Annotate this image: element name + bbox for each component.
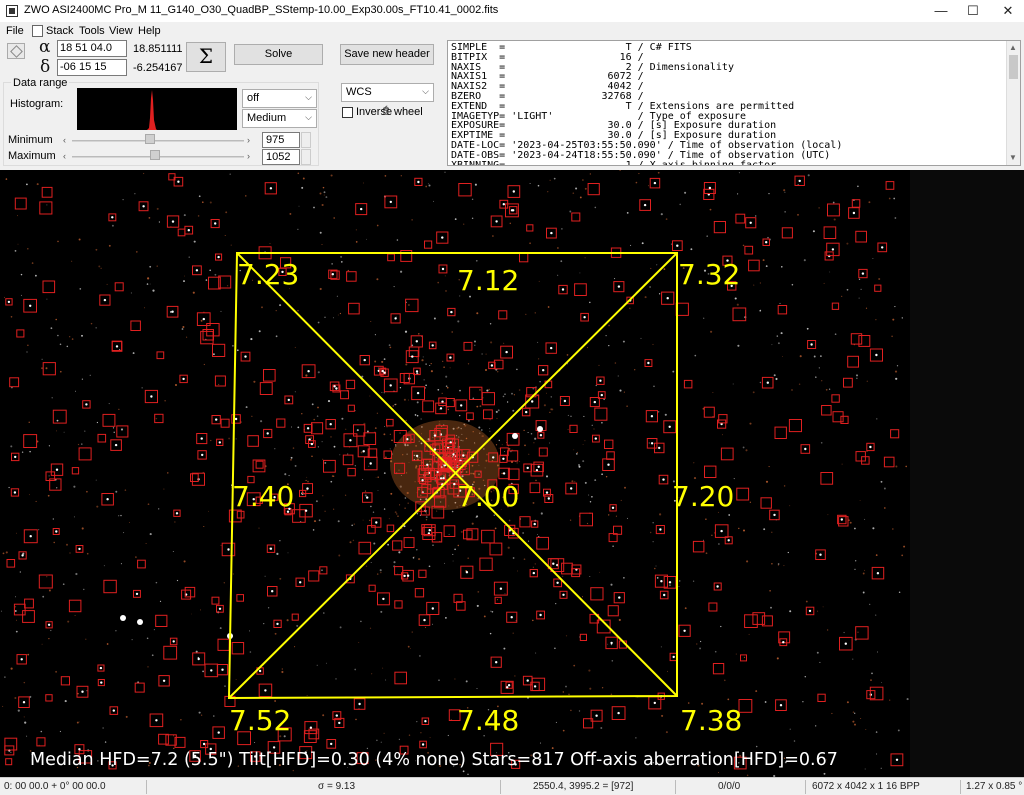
menu-file[interactable]: File [6, 25, 24, 37]
ra-value: 18.851111 [133, 43, 183, 55]
minimum-label: Minimum [8, 134, 53, 146]
minimum-slider-track[interactable] [72, 140, 244, 142]
scroll-thumb[interactable] [1009, 55, 1018, 79]
tilt-diagonal-2 [228, 252, 678, 699]
status-position: 0: 00 00.0 + 0° 00 00.0 [4, 781, 106, 792]
alpha-symbol: α [39, 37, 51, 57]
maximum-input[interactable]: 1052 [262, 149, 300, 165]
status-divider [805, 780, 806, 794]
statistics-button[interactable]: Σ [186, 42, 226, 72]
wheel-label: wheel [394, 106, 423, 118]
status-dimensions: 6072 x 4042 x 1 16 BPP [812, 781, 920, 792]
wcs-select[interactable]: WCS ⌵ [341, 83, 434, 102]
status-scale: 1.27 x 0.85 ° [966, 781, 1023, 792]
menu-stack[interactable]: Stack [46, 25, 74, 37]
fits-header-line: XBINNING= 1 / X axis binning factor [451, 159, 777, 166]
status-bar: 0: 00 00.0 + 0° 00 00.0 σ = 9.13 2550.4,… [0, 777, 1024, 795]
data-range-label: Data range [11, 77, 70, 89]
status-divider [960, 780, 961, 794]
tilt-center: 7.00 [457, 480, 520, 513]
stretch-select-value: off [247, 92, 260, 104]
min-right-arrow-icon[interactable]: › [247, 135, 250, 145]
tilt-top-right: 7.32 [678, 258, 741, 291]
maximum-spinner[interactable] [301, 149, 311, 165]
tilt-top-center: 7.12 [457, 264, 520, 297]
menu-help[interactable]: Help [138, 25, 161, 37]
chevron-down-icon: ⌵ [305, 112, 312, 122]
scroll-up-icon[interactable]: ▲ [1009, 43, 1017, 52]
solve-button[interactable]: Solve [234, 44, 323, 65]
status-divider [146, 780, 147, 794]
menu-tools[interactable]: Tools [79, 25, 105, 37]
tilt-bottom-right: 7.38 [680, 704, 743, 737]
menu-bar: File Stack Tools View Help [0, 22, 445, 40]
max-right-arrow-icon[interactable]: › [247, 151, 250, 161]
ra-input[interactable]: 18 51 04.0 [57, 40, 127, 57]
dec-value: -6.254167 [133, 62, 183, 74]
chevron-down-icon: ⌵ [422, 86, 429, 96]
window-title: ZWO ASI2400MC Pro_M 11_G140_O30_QuadBP_S… [24, 4, 499, 16]
tilt-bottom-left: 7.52 [229, 704, 292, 737]
stretch-select[interactable]: off ⌵ [242, 89, 317, 108]
quality-select[interactable]: Medium ⌵ [242, 109, 317, 128]
app-icon [6, 5, 18, 17]
mouse-icon: 🖱 [383, 105, 389, 116]
hfd-summary: Median HFD=7.2 (5.5") Tilt[HFD]=0.30 (4%… [30, 750, 838, 770]
title-bar: ZWO ASI2400MC Pro_M 11_G140_O30_QuadBP_S… [0, 0, 1024, 22]
minimum-slider-thumb[interactable] [145, 134, 155, 144]
tilt-bottom-center: 7.48 [457, 704, 520, 737]
chevron-down-icon: ⌵ [305, 92, 312, 102]
status-divider [500, 780, 501, 794]
status-pixel: 2550.4, 3995.2 = [972] [533, 781, 634, 792]
fits-header-text: SIMPLE = T / C# FITS BITPIX = 16 /NAXIS =… [451, 43, 842, 166]
status-sigma: σ = 9.13 [318, 781, 356, 792]
status-divider [675, 780, 676, 794]
quality-select-value: Medium [247, 112, 287, 124]
max-left-arrow-icon[interactable]: ‹ [63, 151, 66, 161]
scroll-down-icon[interactable]: ▼ [1009, 153, 1017, 162]
status-counts: 0/0/0 [718, 781, 741, 792]
stack-menu-icon [32, 25, 43, 37]
maximum-label: Maximum [8, 150, 56, 162]
inverse-wheel-checkbox[interactable] [342, 107, 353, 118]
fits-scrollbar[interactable]: ▲ ▼ [1006, 41, 1020, 165]
tilt-top-left: 7.23 [237, 258, 300, 291]
menu-view[interactable]: View [109, 25, 133, 37]
delta-symbol: δ [40, 57, 51, 77]
histogram [77, 88, 237, 130]
close-button[interactable]: ✕ [985, 0, 1024, 22]
fits-header-panel[interactable]: SIMPLE = T / C# FITS BITPIX = 16 /NAXIS =… [447, 40, 1021, 166]
minimum-spinner[interactable] [301, 132, 311, 148]
minimum-input[interactable]: 975 [262, 132, 300, 148]
histogram-label: Histogram: [10, 98, 64, 110]
dec-input[interactable]: -06 15 15 [57, 59, 127, 76]
save-header-button[interactable]: Save new header [340, 44, 434, 65]
wcs-select-value: WCS [346, 86, 372, 98]
tilt-overlay [227, 252, 678, 700]
diamond-icon[interactable] [7, 43, 25, 59]
tilt-middle-right: 7.20 [672, 480, 735, 513]
maximum-slider-thumb[interactable] [150, 150, 160, 160]
min-left-arrow-icon[interactable]: ‹ [63, 135, 66, 145]
tilt-middle-left: 7.40 [232, 480, 295, 513]
